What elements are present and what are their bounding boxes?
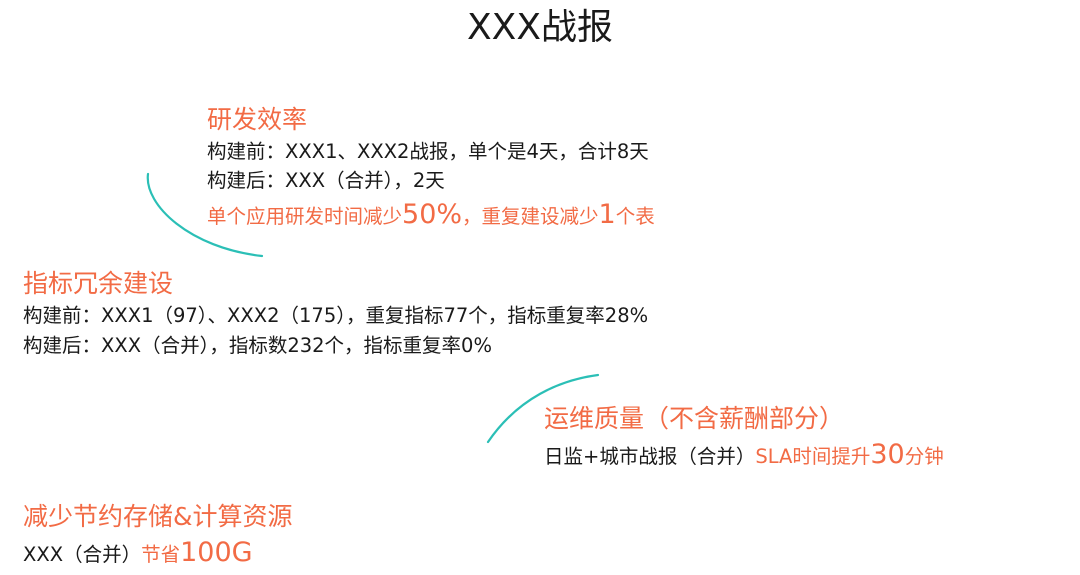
rd-result-percent: 50% bbox=[402, 199, 463, 230]
ops-quality-scope: 日监+城市战报（合并） bbox=[544, 445, 756, 468]
rd-result-count: 1 bbox=[598, 199, 616, 230]
rd-efficiency-before: 构建前：XXX1、XXX2战报，单个是4天，合计8天 bbox=[207, 140, 649, 163]
rd-efficiency-result: 单个应用研发时间减少50%，重复建设减少1个表 bbox=[207, 201, 655, 231]
rd-result-text-e: 个表 bbox=[615, 205, 655, 228]
ops-quality-sla-text: SLA时间提升 bbox=[755, 445, 871, 468]
metric-redundancy-heading: 指标冗余建设 bbox=[23, 269, 174, 298]
metric-redundancy-after: 构建后：XXX（合并），指标数232个，指标重复率0% bbox=[23, 334, 492, 357]
rd-efficiency-heading: 研发效率 bbox=[207, 105, 308, 134]
resources-saved-amount: 100G bbox=[180, 537, 253, 568]
rd-result-text-a: 单个应用研发时间减少 bbox=[207, 205, 403, 228]
ops-quality-sla-unit: 分钟 bbox=[904, 445, 944, 468]
rd-efficiency-after: 构建后：XXX（合并），2天 bbox=[207, 169, 445, 192]
resources-saved-text: 节省 bbox=[141, 543, 181, 566]
ops-quality-line: 日监+城市战报（合并）SLA时间提升30分钟 bbox=[544, 441, 944, 471]
page-title: XXX战报 bbox=[467, 7, 613, 48]
metric-redundancy-before: 构建前：XXX1（97）、XXX2（175），重复指标77个，指标重复率28% bbox=[23, 304, 649, 327]
resources-scope: XXX（合并） bbox=[23, 543, 142, 566]
ops-quality-heading: 运维质量（不含薪酬部分） bbox=[544, 404, 845, 433]
resources-line: XXX（合并）节省100G bbox=[23, 539, 253, 569]
rd-result-text-c: ，重复建设减少 bbox=[462, 205, 599, 228]
ops-quality-sla-minutes: 30 bbox=[870, 439, 905, 470]
resources-heading: 减少节约存储&计算资源 bbox=[23, 502, 293, 531]
